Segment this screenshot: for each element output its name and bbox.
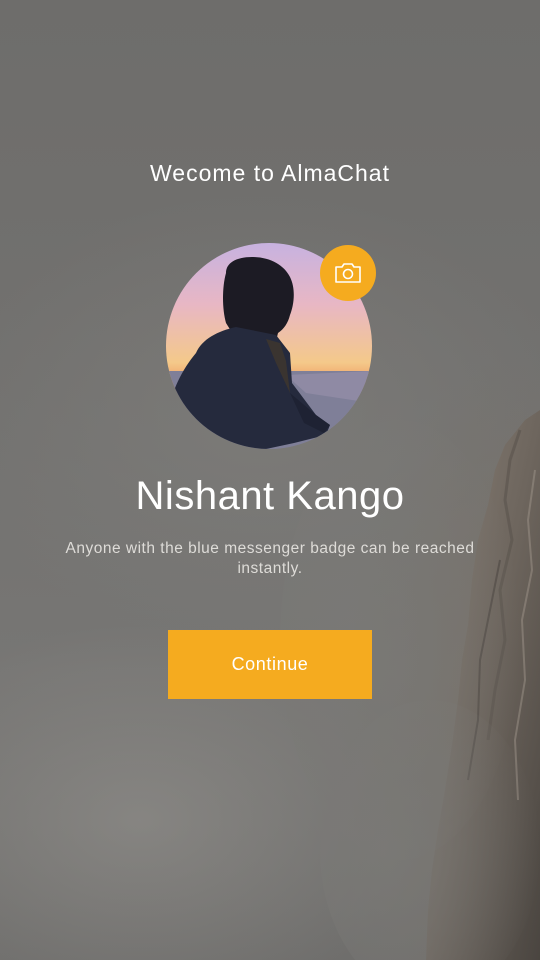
continue-button[interactable]: Continue bbox=[168, 630, 372, 699]
change-photo-button[interactable] bbox=[320, 245, 376, 301]
profile-name: Nishant Kango bbox=[135, 474, 405, 518]
camera-icon bbox=[335, 263, 361, 283]
badge-description: Anyone with the blue messenger badge can… bbox=[65, 540, 475, 577]
welcome-title: Wecome to AlmaChat bbox=[149, 160, 390, 186]
